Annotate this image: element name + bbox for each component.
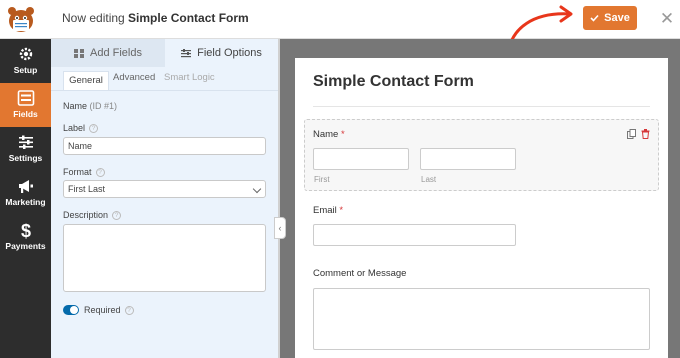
- builder-sidebar: Setup Fields Settings Marketing $ Paymen…: [0, 39, 51, 358]
- required-label-text: Required: [84, 305, 121, 315]
- required-asterisk: *: [340, 129, 345, 140]
- label-title-text: Label: [63, 123, 86, 133]
- sidebar-item-label: Fields: [13, 109, 38, 119]
- fields-icon: [17, 90, 34, 106]
- help-icon[interactable]: ?: [124, 306, 134, 316]
- format-title-text: Format: [63, 167, 92, 177]
- last-name-input[interactable]: [420, 148, 516, 170]
- email-input[interactable]: [313, 224, 516, 246]
- description-textarea[interactable]: [63, 224, 266, 292]
- tab-label: Field Options: [197, 47, 262, 59]
- save-button[interactable]: Save: [583, 6, 637, 30]
- sidebar-item-label: Setup: [13, 65, 38, 75]
- name-label: Name *: [313, 129, 345, 140]
- field-heading-name: Name: [63, 101, 88, 111]
- label-title: Label?: [63, 123, 99, 134]
- grid-icon: [74, 48, 84, 58]
- divider: [313, 106, 650, 107]
- subtab-advanced[interactable]: Advanced: [113, 72, 155, 83]
- form-preview: Simple Contact Form Name * First Last Em…: [295, 58, 668, 358]
- name-label-text: Name: [313, 129, 339, 140]
- options-icon: [181, 48, 192, 57]
- label-input[interactable]: Name: [63, 137, 266, 155]
- chevron-down-icon: [252, 184, 262, 194]
- sidebar-item-label: Marketing: [5, 197, 46, 207]
- panel-tabs: Add Fields Field Options: [51, 39, 278, 67]
- sidebar-item-label: Payments: [5, 241, 46, 251]
- field-heading: Name (ID #1): [63, 101, 117, 111]
- tab-label: Add Fields: [90, 47, 142, 59]
- help-icon[interactable]: ?: [89, 124, 99, 134]
- dollar-icon: $: [20, 221, 30, 239]
- description-title: Description?: [63, 210, 122, 221]
- collapse-panel-icon[interactable]: ‹: [274, 217, 286, 239]
- required-toggle[interactable]: [63, 305, 79, 315]
- field-id: (ID #1): [89, 101, 118, 111]
- save-label: Save: [604, 12, 630, 24]
- help-icon[interactable]: ?: [112, 211, 122, 221]
- tab-field-options[interactable]: Field Options: [165, 39, 278, 67]
- megaphone-icon: [18, 180, 33, 193]
- description-title-text: Description: [63, 210, 109, 220]
- svg-text:$: $: [20, 221, 30, 239]
- sidebar-item-payments[interactable]: $ Payments: [0, 215, 51, 259]
- first-sublabel: First: [314, 175, 330, 184]
- wpforms-bear-logo: [8, 7, 34, 32]
- comment-label: Comment or Message: [313, 268, 407, 279]
- help-icon[interactable]: ?: [95, 168, 105, 178]
- page-title: Now editing Simple Contact Form: [62, 11, 249, 25]
- field-options-panel: Add Fields Field Options General Advance…: [51, 39, 278, 358]
- trash-icon[interactable]: [641, 129, 650, 139]
- subtab-general[interactable]: General: [63, 71, 109, 90]
- format-select[interactable]: First Last: [63, 180, 266, 198]
- editing-prefix: Now editing: [62, 11, 125, 25]
- gear-icon: [19, 47, 32, 61]
- required-asterisk: *: [339, 205, 344, 216]
- close-icon[interactable]: ✕: [656, 6, 678, 32]
- sidebar-item-fields[interactable]: Fields: [0, 83, 51, 127]
- checkmark-icon: [590, 14, 599, 22]
- format-select-value: First Last: [68, 184, 106, 194]
- subtab-smart-logic[interactable]: Smart Logic: [164, 72, 215, 83]
- sidebar-item-setup[interactable]: Setup: [0, 39, 51, 83]
- form-name: Simple Contact Form: [128, 11, 249, 25]
- format-title: Format?: [63, 167, 105, 178]
- first-name-input[interactable]: [313, 148, 409, 170]
- required-label: Required?: [84, 305, 134, 316]
- sidebar-item-marketing[interactable]: Marketing: [0, 171, 51, 215]
- last-sublabel: Last: [421, 175, 437, 184]
- top-bar: Now editing Simple Contact Form Save ✕: [0, 0, 680, 58]
- sidebar-item-label: Settings: [8, 153, 43, 163]
- comment-textarea[interactable]: [313, 288, 650, 350]
- duplicate-icon[interactable]: [627, 129, 636, 139]
- name-field-preview[interactable]: Name * First Last: [304, 119, 659, 191]
- sliders-icon: [18, 135, 33, 149]
- email-label-text: Email: [313, 205, 337, 216]
- tab-add-fields[interactable]: Add Fields: [51, 39, 165, 67]
- preview-form-title: Simple Contact Form: [313, 73, 474, 90]
- email-label: Email *: [313, 205, 343, 216]
- sidebar-item-settings[interactable]: Settings: [0, 127, 51, 171]
- option-subtabs: General Advanced Smart Logic: [51, 67, 278, 91]
